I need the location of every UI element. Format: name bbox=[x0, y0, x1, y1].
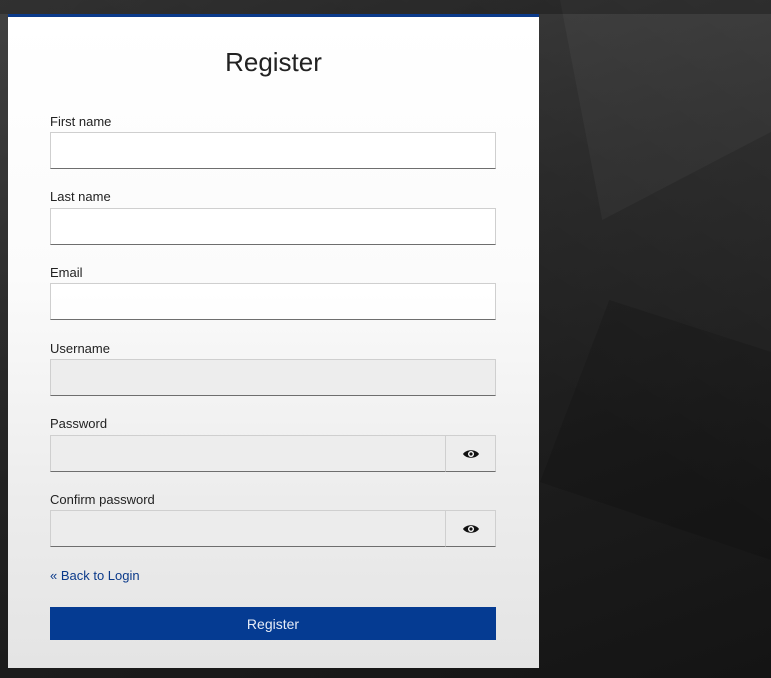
eye-icon bbox=[462, 449, 479, 458]
page-title: Register bbox=[225, 47, 322, 77]
password-visibility-toggle[interactable] bbox=[445, 435, 496, 472]
password-label: Password bbox=[50, 416, 108, 431]
confirm-password-label: Confirm password bbox=[50, 492, 155, 507]
background-top-band bbox=[0, 0, 771, 14]
eye-icon bbox=[462, 524, 479, 533]
background-facet bbox=[540, 300, 771, 560]
username-label: Username bbox=[50, 341, 110, 356]
register-card: Register First name Last name Email User… bbox=[8, 14, 539, 668]
first-name-label: First name bbox=[50, 114, 112, 129]
register-button[interactable]: Register bbox=[50, 607, 496, 640]
back-to-login-link[interactable]: « Back to Login bbox=[50, 568, 140, 583]
email-field[interactable] bbox=[50, 283, 496, 320]
confirm-password-field[interactable] bbox=[50, 510, 446, 547]
username-field[interactable] bbox=[50, 359, 496, 396]
last-name-field[interactable] bbox=[50, 208, 496, 245]
email-label: Email bbox=[50, 265, 83, 280]
confirm-password-visibility-toggle[interactable] bbox=[445, 510, 496, 547]
background-facet bbox=[560, 0, 771, 220]
first-name-field[interactable] bbox=[50, 132, 496, 169]
last-name-label: Last name bbox=[50, 189, 111, 204]
password-field[interactable] bbox=[50, 435, 446, 472]
